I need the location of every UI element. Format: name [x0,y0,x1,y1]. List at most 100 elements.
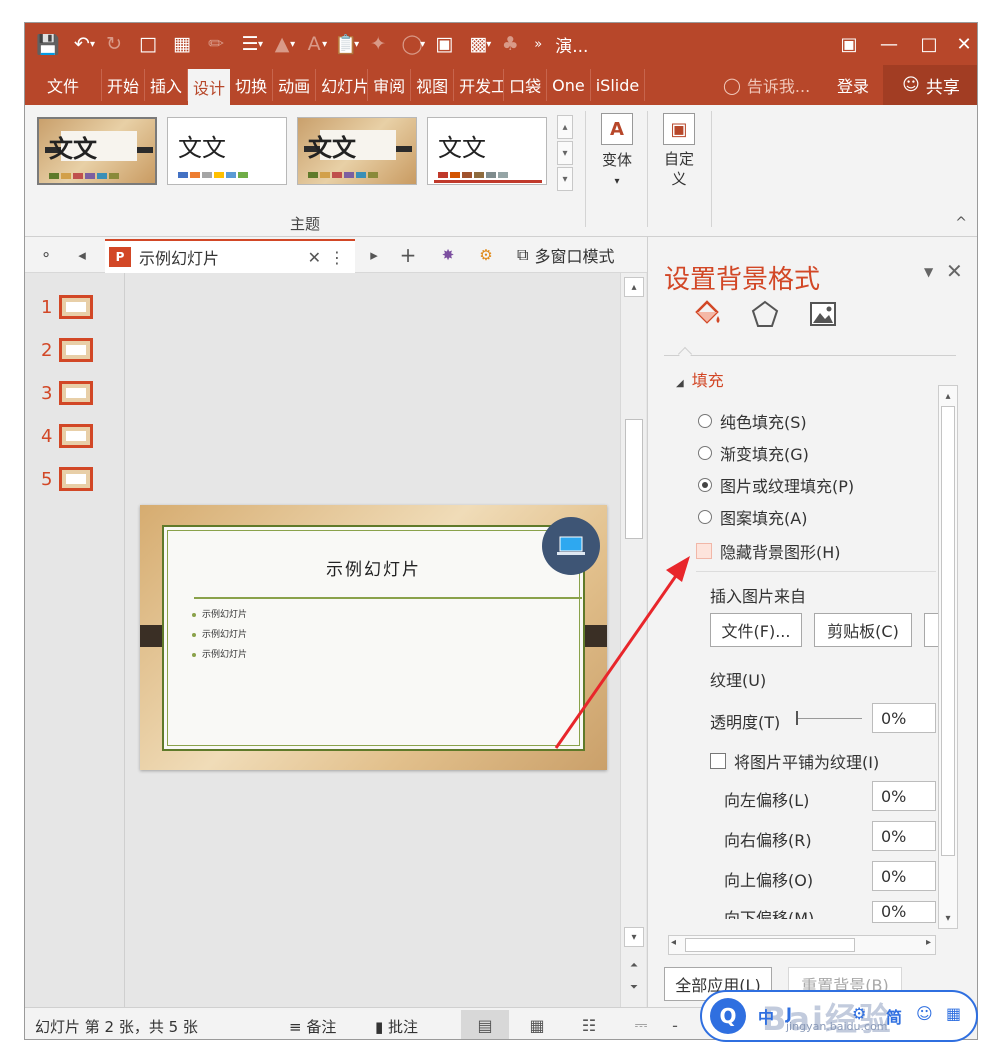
pane-scroll-up-icon[interactable]: ▴ [940,388,956,404]
slide-sorter-icon[interactable]: ▦ [513,1010,561,1039]
more-icon[interactable]: » [527,29,549,59]
pane-horizontal-scrollbar[interactable]: ◂ ▸ [668,935,936,955]
close-icon[interactable]: ✕ [949,29,977,59]
normal-view-icon[interactable]: ▤ [461,1010,509,1039]
target-icon[interactable]: ▣ [427,29,461,59]
share-button[interactable]: ☺ 共享 [883,65,977,105]
gallery-more[interactable]: ▾ [557,167,573,191]
theme-thumbnail-4[interactable]: 文文 [427,117,547,185]
tab-file[interactable]: 文件 [25,69,103,101]
tab-insert[interactable]: 插入 [145,69,189,101]
gallery-scroll-up[interactable]: ▴ [557,115,573,139]
scroll-up-icon[interactable]: ▴ [624,277,644,297]
effects-pentagon-icon[interactable] [748,297,782,331]
reading-view-icon[interactable]: ☷ [565,1010,613,1039]
pane-scroll-right-icon[interactable]: ▸ [926,937,931,948]
eyedropper-icon[interactable]: ✏ [199,29,233,59]
offset-left-input[interactable]: 0% [872,781,936,811]
slide-thumbnail[interactable]: 4 [41,424,93,448]
next-slide-icon[interactable]: ⏷ [624,977,644,997]
slideshow-icon[interactable]: ⎓ [617,1010,665,1039]
magic-icon[interactable]: ✸ [435,243,461,267]
tab-design[interactable]: 设计 [188,69,231,105]
multi-window-button[interactable]: ⧉ 多窗口模式 [517,243,614,267]
layout-icon[interactable]: ▦ [165,29,199,59]
slide-bullet[interactable]: 示例幻灯片 [192,627,247,640]
tab-list-icon[interactable]: ⚬ [33,243,59,267]
slide-editing-area[interactable]: 示例幻灯片 示例幻灯片 示例幻灯片 示例幻灯片 [126,273,620,1007]
tab-islide[interactable]: iSlide [591,69,646,101]
fill-section-header[interactable]: ◢ 填充 [676,367,724,391]
customize-button[interactable]: ▣ 自定义 [655,113,703,189]
pane-hscroll-thumb[interactable] [685,938,855,952]
theme-thumbnail-2[interactable]: 文文 [167,117,287,185]
slide-vertical-scrollbar[interactable]: ▴ ▾ ⏶ ⏷ [620,273,646,1007]
offset-bottom-input[interactable]: 0% [872,901,936,923]
pane-close-icon[interactable]: ✕ [946,259,963,283]
tab-onenote[interactable]: One [547,69,591,101]
tab-transitions[interactable]: 切换 [230,69,274,101]
settings-gear-icon[interactable]: ⚙ [473,243,499,267]
new-tab-icon[interactable]: + [395,243,421,267]
slide-thumbnail[interactable]: 3 [41,381,93,405]
solid-fill-radio[interactable]: 纯色填充(S) [698,409,807,433]
current-slide[interactable]: 示例幻灯片 示例幻灯片 示例幻灯片 示例幻灯片 [140,505,607,770]
gradient-fill-radio[interactable]: 渐变填充(G) [698,441,809,465]
pane-vertical-scrollbar[interactable]: ▴ ▾ [938,385,958,929]
slide-thumbnail[interactable]: 5 [41,467,93,491]
pattern-fill-radio[interactable]: 图案填充(A) [698,505,807,529]
fill-bucket-icon[interactable] [690,297,724,331]
tab-pocket[interactable]: 口袋 [504,69,548,101]
gallery-scroll-down[interactable]: ▾ [557,141,573,165]
scrollbar-thumb[interactable] [625,419,643,539]
zoom-out-icon[interactable]: - [665,1010,685,1039]
pin-icon[interactable]: ♣ [493,29,527,59]
slide-bullet[interactable]: 示例幻灯片 [192,647,247,660]
pane-options-icon[interactable]: ▼ [924,265,933,279]
maximize-icon[interactable]: □ [911,29,947,59]
tell-me-search[interactable]: ◯ 告诉我... [723,69,810,101]
previous-slide-icon[interactable]: ⏶ [624,955,644,975]
clipboard-button[interactable]: 剪贴板(C) [814,613,912,647]
theme-thumbnail-1[interactable]: 文文 [37,117,157,185]
picture-icon[interactable] [806,297,840,331]
scroll-right-icon[interactable]: ▸ [361,243,387,267]
ribbon-display-icon[interactable]: ▣ [831,29,867,59]
comments-button[interactable]: ▮ 批注 [375,1016,418,1037]
brush-icon[interactable]: ✦ [361,29,395,59]
pane-scroll-left-icon[interactable]: ◂ [671,937,676,948]
hide-background-checkbox[interactable]: 隐藏背景图形(H) [696,539,841,563]
collapse-ribbon-icon[interactable]: ^ [955,215,967,231]
new-icon[interactable]: □ [131,29,165,59]
slide-title[interactable]: 示例幻灯片 [164,555,583,580]
offset-right-input[interactable]: 0% [872,821,936,851]
close-tab-icon[interactable]: ✕ [308,248,321,267]
tab-slideshow[interactable]: 幻灯片 [316,69,369,101]
theme-thumbnail-3[interactable]: 文文 [297,117,417,185]
transparency-slider[interactable] [798,718,862,719]
tab-animations[interactable]: 动画 [273,69,317,101]
tile-as-texture-checkbox[interactable]: 将图片平铺为纹理(I) [710,749,879,773]
scroll-left-icon[interactable]: ◂ [69,243,95,267]
pane-scroll-thumb[interactable] [941,406,955,856]
login-link[interactable]: 登录 [837,69,869,101]
transparency-input[interactable]: 0% [872,703,936,733]
picture-fill-radio[interactable]: 图片或纹理填充(P) [698,473,854,497]
slide-bullet[interactable]: 示例幻灯片 [192,607,247,620]
document-tab[interactable]: P 示例幻灯片 ✕ ⋮ [105,239,355,273]
tab-menu-icon[interactable]: ⋮ [329,248,345,267]
scroll-down-icon[interactable]: ▾ [624,927,644,947]
notes-button[interactable]: ≡ 备注 [289,1016,336,1037]
pane-scroll-down-icon[interactable]: ▾ [940,910,956,926]
redo-icon[interactable]: ↻ [97,29,131,59]
laptop-icon[interactable] [542,517,600,575]
tab-developer[interactable]: 开发工 [454,69,505,101]
offset-top-input[interactable]: 0% [872,861,936,891]
save-icon[interactable]: 💾 [31,29,65,59]
slide-thumbnail[interactable]: 1 [41,295,93,319]
minimize-icon[interactable]: — [871,29,907,59]
online-button[interactable] [924,613,938,647]
file-button[interactable]: 文件(F)... [710,613,802,647]
tab-home[interactable]: 开始 [102,69,146,101]
tab-view[interactable]: 视图 [411,69,455,101]
